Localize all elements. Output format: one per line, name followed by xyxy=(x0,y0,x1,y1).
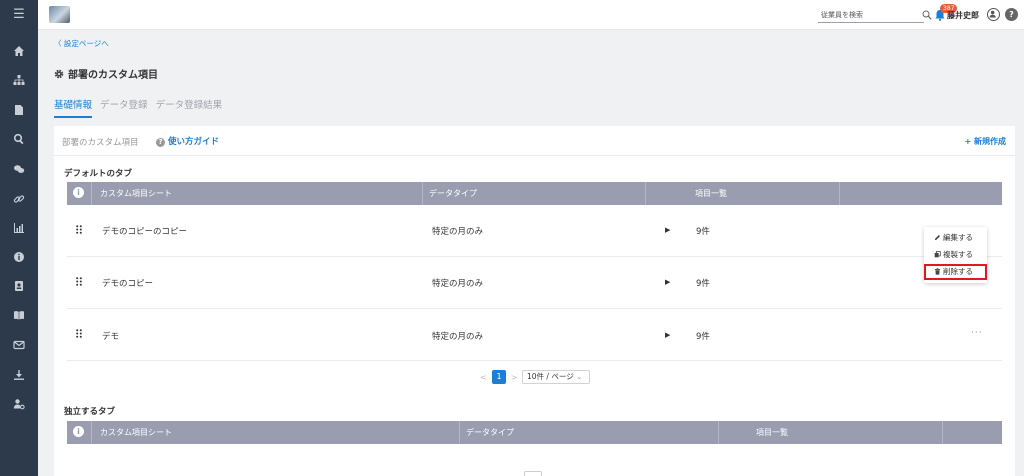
search-icon[interactable] xyxy=(922,10,932,20)
duplicate-menu-item[interactable]: 複製する xyxy=(924,247,987,263)
edit-menu-item[interactable]: 編集する xyxy=(924,230,987,246)
prev-page-icon[interactable]: < xyxy=(480,373,487,382)
delete-menu-item[interactable]: 削除する xyxy=(924,264,987,280)
independent-tabs-section-title: 独立するタブ xyxy=(64,407,116,417)
next-page-icon[interactable]: > xyxy=(511,373,518,382)
column-header-sheet: カスタム項目シート xyxy=(100,428,172,437)
item-count: 9件 xyxy=(696,227,710,237)
sidebar: ☰ xyxy=(0,0,38,476)
column-header-data-type: データタイプ xyxy=(429,189,477,198)
column-header-data-type: データタイプ xyxy=(466,428,514,437)
sheet-name: デモのコピーのコピー xyxy=(102,227,188,237)
caret-right-icon[interactable]: ▶ xyxy=(665,226,670,234)
create-new-button[interactable]: + 新規作成 xyxy=(965,136,1007,147)
info-icon: i xyxy=(73,187,84,198)
item-count: 9件 xyxy=(696,332,710,342)
top-bar: 387 藤井史郎 ? xyxy=(38,0,1024,30)
drag-handle-icon[interactable] xyxy=(76,225,82,234)
usage-guide-link[interactable]: ? 使い方ガイド xyxy=(156,135,219,147)
usage-guide-label: 使い方ガイド xyxy=(168,137,220,147)
column-divider xyxy=(942,421,943,444)
download-icon[interactable] xyxy=(0,369,38,385)
edit-label: 編集する xyxy=(943,233,973,242)
table-row[interactable]: デモのコピー 特定の月のみ ▶ 9件 xyxy=(67,257,1002,309)
copy-icon xyxy=(934,251,941,258)
table-row[interactable]: デモのコピーのコピー 特定の月のみ ▶ 9件 xyxy=(67,205,1002,257)
column-header-item-list: 項目一覧 xyxy=(695,189,727,198)
menu-icon[interactable]: ☰ xyxy=(0,8,38,22)
data-type: 特定の月のみ xyxy=(432,227,484,237)
default-tabs-section-title: デフォルトのタブ xyxy=(64,169,133,179)
caret-right-icon[interactable]: ▶ xyxy=(665,278,670,286)
page-size-label: 10件 / ページ xyxy=(527,372,574,381)
gear-icon xyxy=(54,69,64,79)
card-title: 部署のカスタム項目 xyxy=(62,138,139,148)
chat-icon[interactable] xyxy=(0,163,38,179)
independent-table-header: i カスタム項目シート データタイプ 項目一覧 xyxy=(67,421,1002,444)
item-count: 9件 xyxy=(696,279,710,289)
pencil-icon xyxy=(934,234,941,241)
tab-basic-info[interactable]: 基礎情報 xyxy=(54,97,93,118)
column-divider xyxy=(91,421,92,444)
org-chart-icon[interactable] xyxy=(0,74,38,90)
column-divider xyxy=(645,182,646,205)
trash-icon xyxy=(934,268,941,275)
default-table-header: i カスタム項目シート データタイプ 項目一覧 xyxy=(67,182,1002,205)
search-icon[interactable] xyxy=(0,133,38,149)
employee-search-input[interactable] xyxy=(818,8,924,23)
table-row[interactable]: デモ 特定の月のみ ▶ 9件 ··· xyxy=(67,309,1002,361)
drag-handle-icon[interactable] xyxy=(76,329,82,338)
caret-right-icon[interactable]: ▶ xyxy=(665,331,670,339)
link-icon[interactable] xyxy=(0,193,38,209)
column-header-sheet: カスタム項目シート xyxy=(100,189,172,198)
document-icon[interactable] xyxy=(0,104,38,120)
tab-data-registration[interactable]: データ登録 xyxy=(100,97,148,116)
home-icon[interactable] xyxy=(0,45,38,61)
data-type: 特定の月のみ xyxy=(432,279,484,289)
current-page-button[interactable]: 1 xyxy=(492,370,506,384)
help-icon[interactable]: ? xyxy=(1005,8,1018,21)
tab-registration-results[interactable]: データ登録結果 xyxy=(156,97,223,116)
column-divider xyxy=(718,421,719,444)
sheet-name: デモのコピー xyxy=(102,279,154,289)
info-icon: i xyxy=(73,426,84,437)
sheet-name: デモ xyxy=(102,332,120,342)
card-header: 部署のカスタム項目 ? 使い方ガイド + 新規作成 xyxy=(54,126,1015,156)
data-type: 特定の月のみ xyxy=(432,332,484,342)
book-icon[interactable] xyxy=(0,309,38,325)
back-to-settings-link[interactable]: 〈 設定ページへ xyxy=(54,38,109,49)
user-settings-icon[interactable] xyxy=(0,398,38,414)
user-icon xyxy=(989,10,996,18)
delete-label: 削除する xyxy=(943,267,973,276)
page-title-text: 部署のカスタム項目 xyxy=(68,70,158,81)
chart-icon[interactable] xyxy=(0,222,38,238)
mail-icon[interactable] xyxy=(0,339,38,355)
duplicate-label: 複製する xyxy=(943,250,973,259)
page-title: 部署のカスタム項目 xyxy=(54,66,158,81)
column-header-item-list: 項目一覧 xyxy=(756,428,788,437)
tab-bar: 基礎情報 データ登録 データ登録結果 xyxy=(54,97,227,118)
company-logo[interactable] xyxy=(49,6,70,23)
info-icon[interactable] xyxy=(0,251,38,267)
question-icon: ? xyxy=(156,138,165,147)
contact-card-icon[interactable] xyxy=(0,280,38,296)
column-divider xyxy=(422,182,423,205)
custom-fields-card: 部署のカスタム項目 ? 使い方ガイド + 新規作成 デフォルトのタブ i カスタム… xyxy=(54,126,1015,476)
row-context-menu: 編集する 複製する 削除する xyxy=(924,227,987,283)
pagination-stub xyxy=(524,471,542,476)
chevron-down-icon: ⌄ xyxy=(576,372,583,381)
user-name[interactable]: 藤井史郎 xyxy=(947,10,979,21)
page-size-select[interactable]: 10件 / ページ ⌄ xyxy=(522,370,590,384)
more-actions-icon[interactable]: ··· xyxy=(971,328,983,338)
column-divider xyxy=(459,421,460,444)
column-divider xyxy=(839,182,840,205)
avatar[interactable] xyxy=(987,8,1000,21)
column-divider xyxy=(91,182,92,205)
drag-handle-icon[interactable] xyxy=(76,277,82,286)
